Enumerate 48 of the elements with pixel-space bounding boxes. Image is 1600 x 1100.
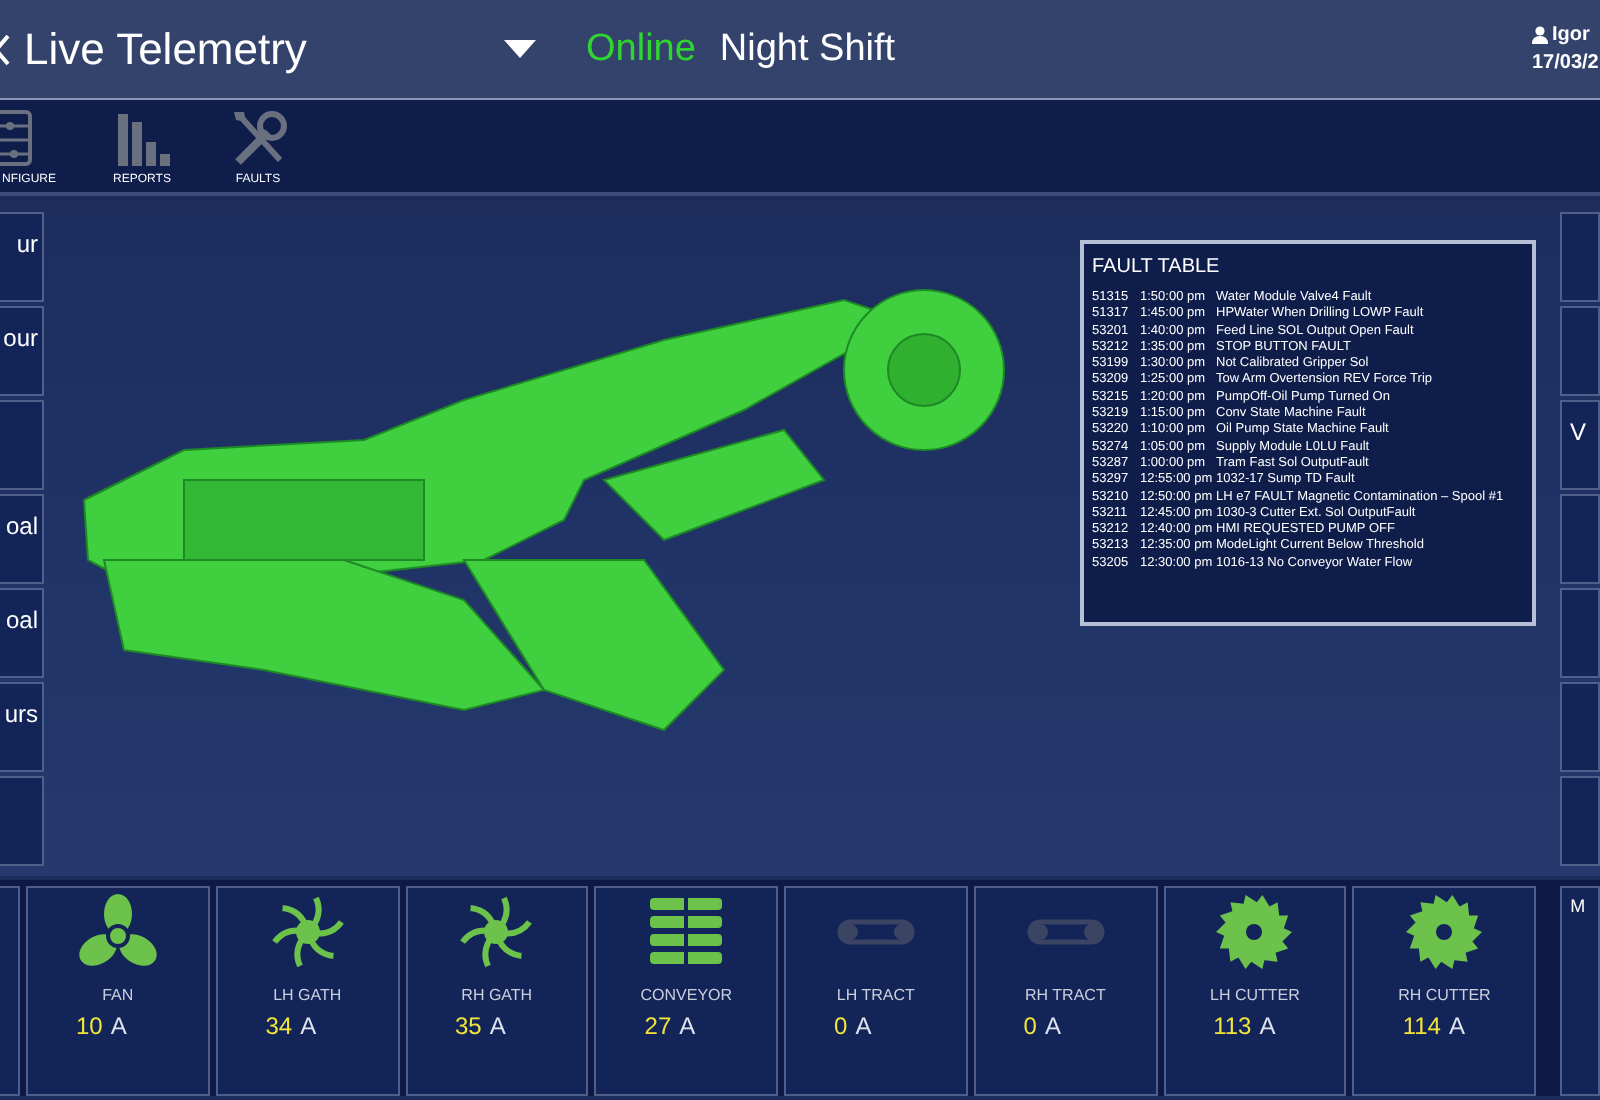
current-value: 114 bbox=[1402, 1012, 1441, 1040]
unit-label: A bbox=[679, 1012, 696, 1040]
current-value: 10 bbox=[75, 1012, 103, 1040]
date-text: 17/03/2 bbox=[1532, 52, 1599, 74]
current-value: 0 bbox=[834, 1012, 848, 1040]
side-button[interactable]: ur bbox=[0, 212, 44, 302]
side-button[interactable] bbox=[1560, 776, 1600, 866]
side-button[interactable]: V bbox=[1560, 400, 1600, 490]
side-button[interactable] bbox=[1560, 494, 1600, 584]
motor-label: RH CUTTER bbox=[1398, 986, 1491, 1004]
current-value: 27 bbox=[644, 1012, 672, 1040]
caret-icon[interactable] bbox=[504, 39, 536, 59]
side-button[interactable] bbox=[0, 400, 44, 490]
current-value: 35 bbox=[455, 1012, 482, 1040]
side-button[interactable]: urs bbox=[0, 682, 44, 772]
connection-status: Online bbox=[586, 27, 696, 71]
side-button[interactable] bbox=[1560, 212, 1600, 302]
wrench-screwdriver-icon bbox=[228, 106, 288, 170]
side-button[interactable] bbox=[0, 776, 44, 866]
motor-label: LH TRACT bbox=[836, 986, 915, 1004]
side-button[interactable]: oal bbox=[0, 588, 44, 678]
unit-label: A bbox=[855, 1012, 872, 1040]
panel-title: FAULT TABLE bbox=[1092, 256, 1222, 278]
shift-name: Night Shift bbox=[719, 27, 898, 71]
screen-title: Live Telemetry bbox=[24, 23, 309, 75]
motor-label: FAN bbox=[102, 986, 134, 1004]
motor-label: RH TRACT bbox=[1025, 986, 1106, 1004]
unit-label: A bbox=[300, 1012, 317, 1040]
unit-label: A bbox=[489, 1012, 506, 1040]
user-name: Igor bbox=[1552, 24, 1590, 46]
current-value: 113 bbox=[1213, 1012, 1252, 1040]
side-button[interactable]: oal bbox=[0, 494, 44, 584]
unit-label: A bbox=[110, 1012, 127, 1040]
tile-label: M bbox=[1560, 886, 1600, 1096]
side-button[interactable] bbox=[1560, 682, 1600, 772]
motor-label: LH CUTTER bbox=[1210, 986, 1300, 1004]
unit-label: A bbox=[1259, 1012, 1276, 1040]
motor-label: CONVEYOR bbox=[640, 986, 733, 1004]
side-button[interactable]: our bbox=[0, 306, 44, 396]
side-button[interactable] bbox=[1560, 588, 1600, 678]
unit-label: A bbox=[1044, 1012, 1061, 1040]
side-button[interactable] bbox=[1560, 306, 1600, 396]
current-value: 0 bbox=[1023, 1012, 1037, 1040]
motor-label: LH GATH bbox=[273, 986, 342, 1004]
user-icon bbox=[1532, 26, 1548, 44]
unit-label: A bbox=[1448, 1012, 1465, 1040]
current-value: 34 bbox=[265, 1012, 293, 1040]
motor-label: RH GATH bbox=[461, 986, 533, 1004]
